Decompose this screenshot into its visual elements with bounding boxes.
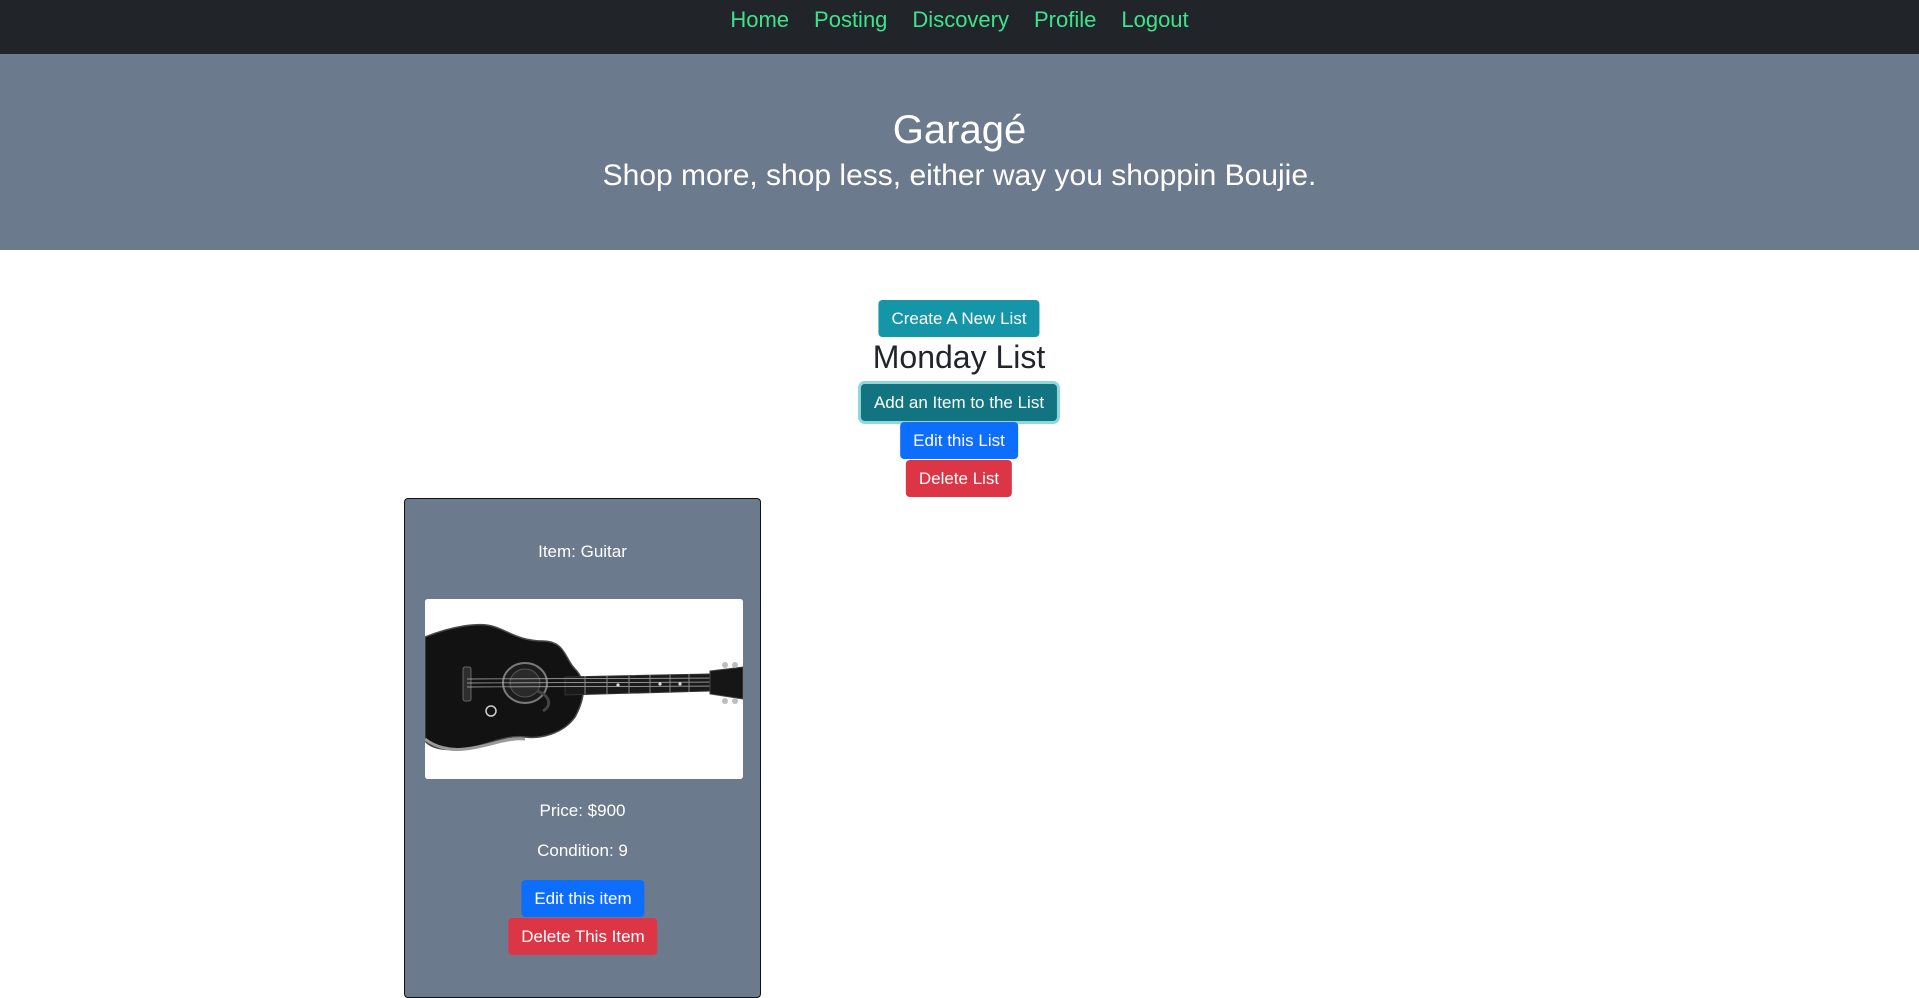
create-list-button[interactable]: Create A New List (878, 300, 1040, 337)
list-title: Monday List (872, 339, 1046, 375)
site-title: Garagé (892, 108, 1027, 152)
nav-logout-link[interactable]: Logout (1121, 6, 1188, 34)
guitar-image-icon (425, 599, 743, 779)
nav-links: Home Posting Discovery Profile Logout (730, 6, 1188, 34)
nav-profile-link[interactable]: Profile (1034, 6, 1096, 34)
item-image (425, 599, 743, 779)
top-navbar: Home Posting Discovery Profile Logout (0, 0, 1919, 54)
hero-banner: Garagé Shop more, shop less, either way … (0, 54, 1919, 250)
main-content: Create A New List Monday List Add an Ite… (0, 250, 1919, 998)
item-condition: Condition: 9 (537, 841, 628, 860)
edit-list-button[interactable]: Edit this List (900, 422, 1018, 459)
nav-home-link[interactable]: Home (730, 6, 789, 34)
item-name: Item: Guitar (538, 542, 627, 561)
add-item-button[interactable]: Add an Item to the List (860, 384, 1058, 421)
edit-item-button[interactable]: Edit this item (521, 880, 645, 917)
delete-item-button[interactable]: Delete This Item (508, 918, 658, 955)
item-price: Price: $900 (539, 801, 626, 820)
nav-posting-link[interactable]: Posting (814, 6, 887, 34)
site-tagline: Shop more, shop less, either way you sho… (602, 159, 1317, 192)
delete-list-button[interactable]: Delete List (905, 460, 1013, 497)
nav-discovery-link[interactable]: Discovery (912, 6, 1009, 34)
item-card: Item: Guitar Price: $900 Condition: 9 Ed… (404, 498, 761, 998)
